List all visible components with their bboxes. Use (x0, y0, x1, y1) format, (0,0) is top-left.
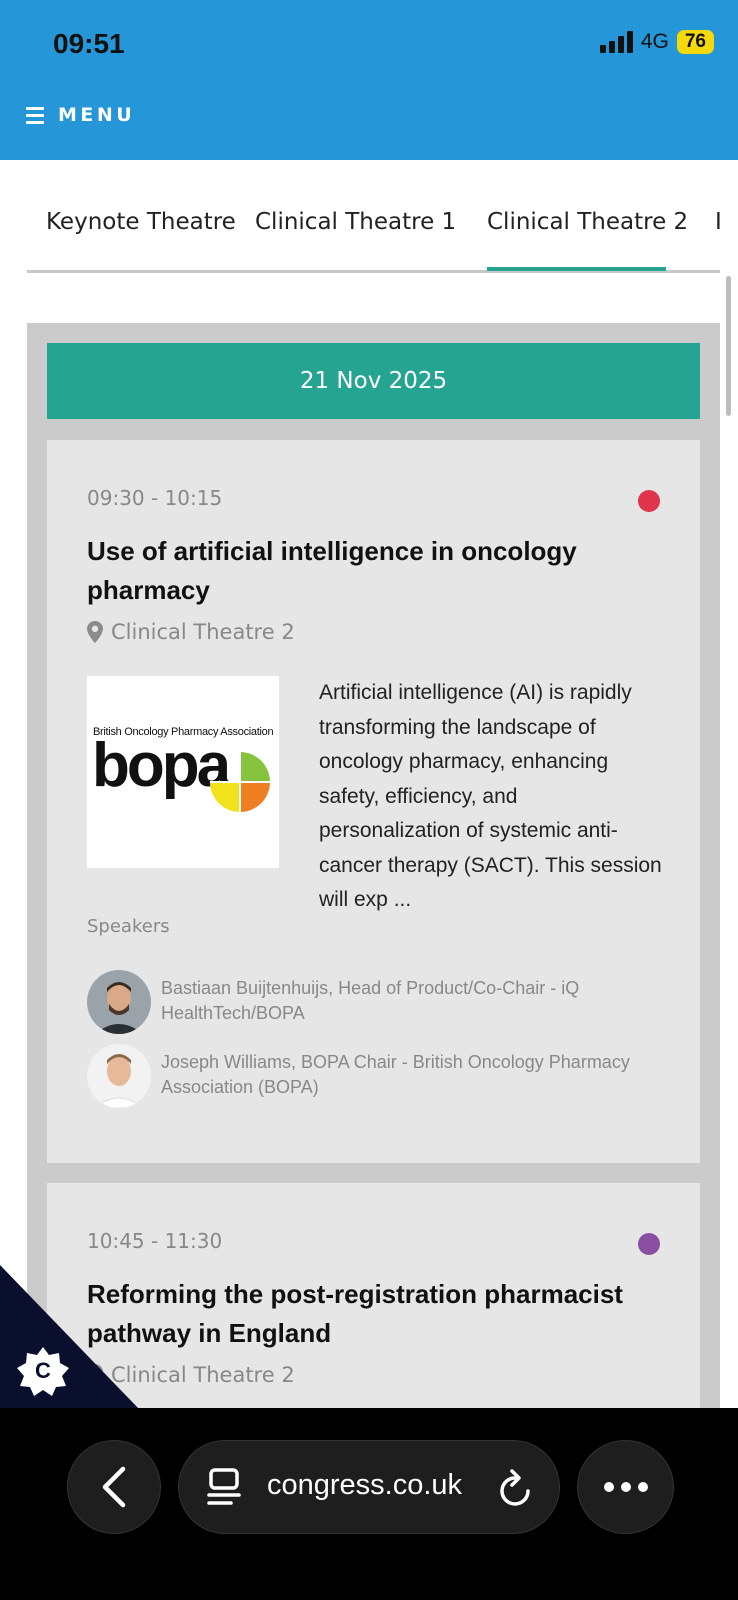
more-icon (603, 1482, 648, 1492)
signal-icon (599, 31, 633, 53)
date-header: 21 Nov 2025 (47, 343, 700, 419)
battery-indicator: 76 (676, 30, 714, 54)
tabs-icon (207, 1468, 241, 1505)
avatar (87, 1044, 151, 1108)
cookie-badge-icon[interactable]: C (0, 1265, 140, 1410)
session-category-dot (638, 490, 660, 512)
theatre-tabs: Keynote Theatre Clinical Theatre 1 Clini… (27, 185, 720, 275)
session-time: 09:30 - 10:15 (87, 486, 223, 510)
svg-text:C: C (35, 1358, 51, 1383)
menu-button[interactable]: MENU (26, 104, 135, 126)
avatar (87, 970, 151, 1034)
speaker-item[interactable]: Bastiaan Buijtenhuijs, Head of Product/C… (87, 970, 657, 1034)
logo-quadrant-icon (210, 752, 270, 812)
speaker-name: Joseph Williams, BOPA Chair - British On… (161, 1052, 630, 1097)
session-card[interactable]: 10:45 - 11:30 Reforming the post-registr… (47, 1183, 700, 1443)
tab-next[interactable]: I (715, 209, 720, 235)
status-icons: 4G 76 (599, 30, 714, 54)
session-category-dot (638, 1233, 660, 1255)
browser-toolbar: congress.co.uk (0, 1408, 738, 1600)
status-time: 09:51 (53, 28, 125, 59)
hamburger-icon (26, 106, 44, 124)
network-type: 4G (640, 30, 669, 53)
session-title[interactable]: Use of artificial intelligence in oncolo… (87, 532, 647, 610)
app-screen: 09:51 4G 76 MENU Keynote Theatre Clinica… (0, 0, 738, 1600)
back-arrow-icon (102, 1466, 126, 1508)
schedule-list: 21 Nov 2025 09:30 - 10:15 Use of artific… (27, 323, 720, 1443)
session-location: Clinical Theatre 2 (87, 620, 295, 644)
bopa-logo: British Oncology Pharmacy Association bo… (87, 676, 279, 868)
session-location-label: Clinical Theatre 2 (111, 620, 295, 644)
session-card[interactable]: 09:30 - 10:15 Use of artificial intellig… (47, 440, 700, 1163)
location-pin-icon (87, 621, 103, 643)
speakers-label: Speakers (87, 916, 170, 937)
tab-keynote-theatre[interactable]: Keynote Theatre (46, 209, 236, 235)
session-time: 10:45 - 11:30 (87, 1229, 223, 1253)
back-button[interactable] (67, 1440, 161, 1534)
session-description: Artificial intelligence (AI) is rapidly … (319, 681, 662, 911)
tab-clinical-theatre-2[interactable]: Clinical Theatre 2 (487, 209, 688, 235)
active-tab-indicator (487, 267, 666, 271)
menu-label: MENU (58, 104, 136, 126)
header: 09:51 4G 76 MENU (0, 0, 738, 160)
more-options-button[interactable] (577, 1440, 674, 1534)
speaker-item[interactable]: Joseph Williams, BOPA Chair - British On… (87, 1044, 657, 1108)
tab-clinical-theatre-1[interactable]: Clinical Theatre 1 (255, 209, 456, 235)
speaker-name: Bastiaan Buijtenhuijs, Head of Product/C… (161, 978, 580, 1023)
address-bar[interactable]: congress.co.uk (178, 1440, 560, 1534)
page-scrollbar[interactable] (726, 276, 731, 416)
url-text: congress.co.uk (267, 1469, 463, 1501)
session-title[interactable]: Reforming the post-registration pharmaci… (87, 1275, 647, 1353)
logo-wordmark: bopa (92, 731, 231, 800)
reload-icon[interactable] (497, 1467, 535, 1509)
